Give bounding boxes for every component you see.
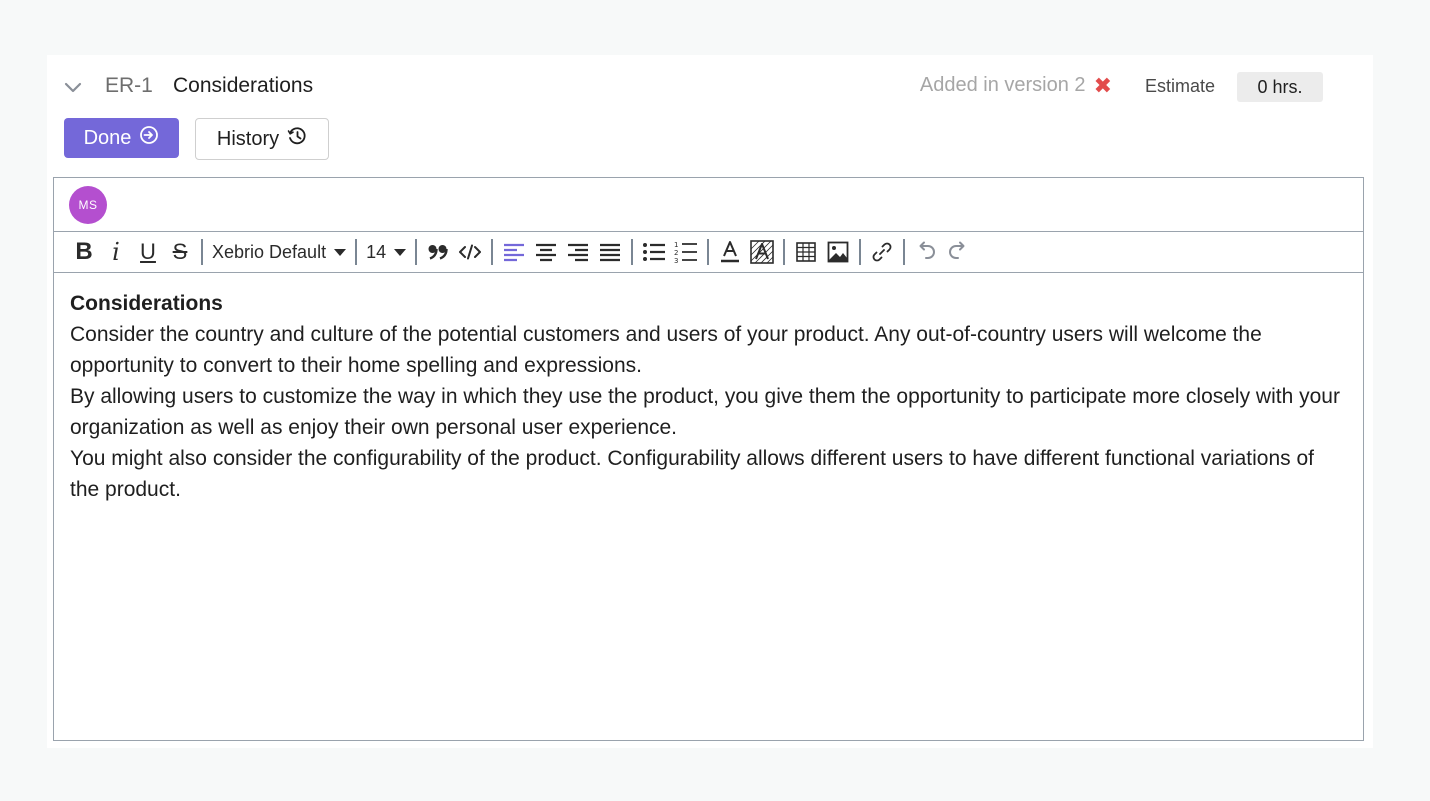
history-button-label: History xyxy=(216,127,280,150)
font-family-dropdown[interactable]: Xebrio Default xyxy=(208,236,350,268)
requirement-title[interactable]: Considerations xyxy=(173,74,313,98)
toolbar-divider xyxy=(631,239,634,265)
avatar[interactable]: MS xyxy=(69,186,107,224)
done-button[interactable]: Done xyxy=(64,118,179,158)
editor-content[interactable]: Considerations Consider the country and … xyxy=(70,288,1345,505)
svg-text:1: 1 xyxy=(674,241,678,249)
numbered-list-icon: 1 2 3 xyxy=(674,241,698,264)
align-right-button[interactable] xyxy=(562,236,594,268)
highlight-color-icon xyxy=(750,240,774,264)
table-icon xyxy=(796,242,816,262)
editor-toolbar: B i U S Xebrio Default 14 1 2 3 xyxy=(54,232,1363,273)
estimate-label: Estimate xyxy=(1145,76,1216,96)
requirement-header: ER-1 Considerations Added in version 2 ✖… xyxy=(47,55,1373,117)
align-right-icon xyxy=(568,243,589,262)
text-color-button[interactable] xyxy=(714,236,746,268)
toolbar-divider xyxy=(859,239,862,265)
version-text: Added in version 2 xyxy=(919,74,1086,96)
caret-down-icon xyxy=(334,248,347,256)
align-justify-button[interactable] xyxy=(594,236,626,268)
toolbar-divider xyxy=(783,239,786,265)
highlight-color-button[interactable] xyxy=(746,236,778,268)
code-icon xyxy=(459,244,482,260)
insert-table-button[interactable] xyxy=(790,236,822,268)
caret-down-icon xyxy=(394,248,407,256)
redo-button[interactable] xyxy=(942,236,974,268)
content-paragraph: By allowing users to customize the way i… xyxy=(70,385,1340,439)
remove-version-icon[interactable]: ✖ xyxy=(1094,74,1112,97)
toolbar-divider xyxy=(491,239,494,265)
undo-button[interactable] xyxy=(910,236,942,268)
insert-link-button[interactable] xyxy=(866,236,898,268)
chevron-down-icon[interactable] xyxy=(63,77,83,97)
numbered-list-button[interactable]: 1 2 3 xyxy=(670,236,702,268)
text-color-icon xyxy=(721,241,740,263)
content-paragraph: You might also consider the configurabil… xyxy=(70,447,1314,501)
done-button-label: Done xyxy=(83,126,132,149)
underline-button[interactable]: U xyxy=(132,236,164,268)
align-center-button[interactable] xyxy=(530,236,562,268)
font-size-value: 14 xyxy=(366,241,387,262)
editor-user-row: MS xyxy=(54,178,1363,232)
code-button[interactable] xyxy=(454,236,486,268)
content-heading: Considerations xyxy=(70,292,223,315)
bullet-list-button[interactable] xyxy=(638,236,670,268)
quote-icon xyxy=(428,245,448,260)
strikethrough-button[interactable]: S xyxy=(164,236,196,268)
toolbar-divider xyxy=(355,239,358,265)
requirement-id: ER-1 xyxy=(105,74,153,97)
font-size-dropdown[interactable]: 14 xyxy=(362,236,410,268)
toolbar-divider xyxy=(707,239,710,265)
redo-icon xyxy=(949,241,965,259)
arrow-circle-right-icon xyxy=(139,125,159,151)
rich-text-editor: MS B i U S Xebrio Default 14 1 2 3 Consi… xyxy=(53,177,1364,741)
version-info: Added in version 2 ✖ xyxy=(920,74,1112,97)
align-justify-icon xyxy=(600,243,621,262)
bold-button[interactable]: B xyxy=(68,236,100,268)
align-left-button[interactable] xyxy=(498,236,530,268)
estimate-field[interactable]: 0 hrs. xyxy=(1237,72,1323,102)
svg-text:2: 2 xyxy=(674,249,678,257)
insert-image-button[interactable] xyxy=(822,236,854,268)
image-icon xyxy=(827,241,849,263)
align-left-icon xyxy=(504,243,525,262)
history-clock-icon xyxy=(287,126,307,152)
font-family-value: Xebrio Default xyxy=(212,241,327,262)
history-button[interactable]: History xyxy=(195,118,329,160)
requirement-card: ER-1 Considerations Added in version 2 ✖… xyxy=(47,55,1373,748)
toolbar-divider xyxy=(201,239,203,265)
italic-button[interactable]: i xyxy=(100,236,132,268)
blockquote-button[interactable] xyxy=(422,236,454,268)
bullet-list-icon xyxy=(643,243,666,261)
align-center-icon xyxy=(536,243,557,262)
link-icon xyxy=(872,242,892,262)
svg-text:3: 3 xyxy=(674,257,678,264)
toolbar-divider xyxy=(903,239,906,265)
content-paragraph: Consider the country and culture of the … xyxy=(70,323,1262,377)
undo-icon xyxy=(919,241,936,259)
toolbar-divider xyxy=(415,239,418,265)
